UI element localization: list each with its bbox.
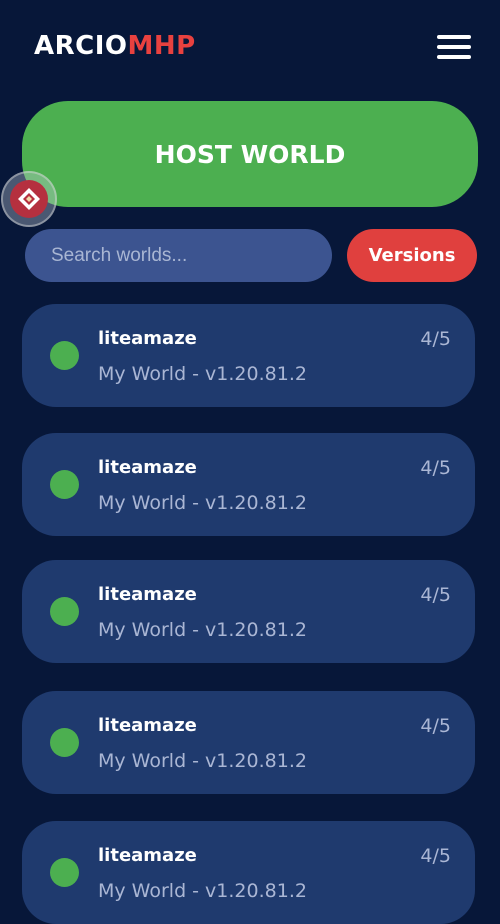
online-status-dot xyxy=(50,341,79,370)
floating-assistant-button[interactable] xyxy=(1,171,57,227)
host-world-label: HOST WORLD xyxy=(154,139,346,169)
menu-line xyxy=(437,45,471,49)
logo-text-primary: ARCIO xyxy=(34,31,128,61)
world-host-name: liteamaze xyxy=(98,328,197,349)
player-count: 4/5 xyxy=(420,328,451,350)
hamburger-menu-icon[interactable] xyxy=(437,34,471,60)
online-status-dot xyxy=(50,728,79,757)
diamond-pointer-icon xyxy=(10,180,48,218)
world-title-version: My World - v1.20.81.2 xyxy=(98,619,307,641)
world-host-name: liteamaze xyxy=(98,584,197,605)
menu-line xyxy=(437,55,471,59)
world-title-version: My World - v1.20.81.2 xyxy=(98,880,307,902)
search-input[interactable] xyxy=(51,244,321,267)
online-status-dot xyxy=(50,597,79,626)
world-host-name: liteamaze xyxy=(98,457,197,478)
world-card[interactable]: liteamaze My World - v1.20.81.2 4/5 xyxy=(22,560,475,663)
online-status-dot xyxy=(50,858,79,887)
app-logo: ARCIOMHP xyxy=(34,30,196,62)
world-title-version: My World - v1.20.81.2 xyxy=(98,750,307,772)
world-card[interactable]: liteamaze My World - v1.20.81.2 4/5 xyxy=(22,433,475,536)
host-world-button[interactable]: HOST WORLD xyxy=(22,101,478,207)
world-card[interactable]: liteamaze My World - v1.20.81.2 4/5 xyxy=(22,821,475,924)
world-host-name: liteamaze xyxy=(98,715,197,736)
world-host-name: liteamaze xyxy=(98,845,197,866)
world-title-version: My World - v1.20.81.2 xyxy=(98,492,307,514)
player-count: 4/5 xyxy=(420,845,451,867)
search-bar xyxy=(25,229,332,282)
player-count: 4/5 xyxy=(420,457,451,479)
player-count: 4/5 xyxy=(420,584,451,606)
world-card[interactable]: liteamaze My World - v1.20.81.2 4/5 xyxy=(22,304,475,407)
versions-label: Versions xyxy=(368,245,456,266)
world-card[interactable]: liteamaze My World - v1.20.81.2 4/5 xyxy=(22,691,475,794)
logo-text-accent: MHP xyxy=(127,31,196,61)
menu-line xyxy=(437,35,471,39)
player-count: 4/5 xyxy=(420,715,451,737)
versions-button[interactable]: Versions xyxy=(347,229,477,282)
app-header: ARCIOMHP xyxy=(0,0,500,95)
online-status-dot xyxy=(50,470,79,499)
world-title-version: My World - v1.20.81.2 xyxy=(98,363,307,385)
